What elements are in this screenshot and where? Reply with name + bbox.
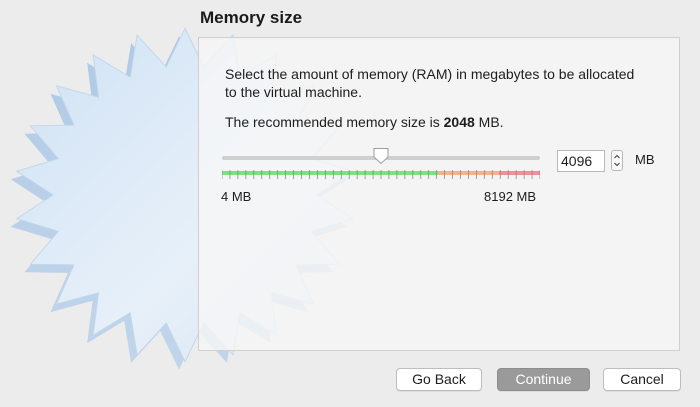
recommended-memory-text: The recommended memory size is 2048 MB.: [225, 113, 504, 131]
memory-description: Select the amount of memory (RAM) in meg…: [225, 66, 635, 100]
recommended-value: 2048: [443, 114, 475, 130]
memory-value-input[interactable]: [557, 150, 605, 172]
slider-tick-scale: [222, 170, 540, 179]
recommended-prefix: The recommended memory size is: [225, 114, 444, 130]
slider-thumb[interactable]: [372, 147, 390, 165]
slider-zone-green: [222, 171, 439, 175]
cancel-button[interactable]: Cancel: [603, 368, 681, 391]
slider-zone-red: [498, 171, 540, 175]
memory-slider[interactable]: [222, 144, 540, 184]
continue-button[interactable]: Continue: [497, 368, 590, 391]
slider-min-label: 4 MB: [221, 189, 252, 204]
slider-max-label: 8192 MB: [484, 189, 537, 204]
page-title: Memory size: [200, 8, 303, 27]
memory-unit-label: MB: [635, 152, 655, 167]
memory-panel: Select the amount of memory (RAM) in meg…: [198, 37, 680, 351]
up-down-stepper-icon[interactable]: [611, 150, 623, 171]
recommended-suffix: MB.: [474, 114, 504, 130]
go-back-button[interactable]: Go Back: [396, 368, 482, 391]
